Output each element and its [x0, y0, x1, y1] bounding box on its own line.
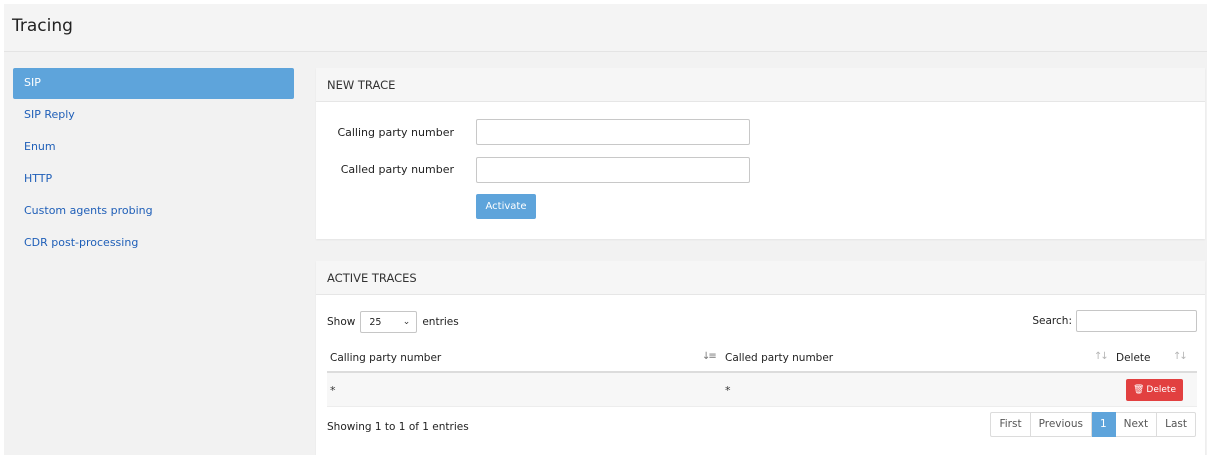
called-party-label: Called party number [340, 163, 454, 176]
pagination-page-1[interactable]: 1 [1091, 412, 1116, 437]
new-trace-title: NEW TRACE [316, 68, 1205, 102]
pagination-last[interactable]: Last [1157, 412, 1196, 437]
table-row: * * 🗑 Delete [327, 373, 1197, 407]
active-traces-panel: ACTIVE TRACES Show 25 ⌄ entries Search: … [316, 261, 1205, 455]
sidebar-item-sip[interactable]: SIP [13, 68, 294, 99]
pagination: First Previous 1 Next Last [990, 412, 1196, 437]
show-label: Show [327, 316, 356, 328]
column-header-delete[interactable]: Delete [1116, 352, 1151, 364]
delete-button[interactable]: 🗑 Delete [1126, 379, 1183, 401]
called-party-cell: * [725, 384, 731, 397]
page-header: Tracing [4, 4, 1207, 52]
chevron-down-icon: ⌄ [402, 317, 411, 327]
calling-party-cell: * [330, 384, 336, 397]
pagination-previous[interactable]: Previous [1030, 412, 1092, 437]
sidebar-item-custom-agents-probing[interactable]: Custom agents probing [13, 196, 294, 227]
new-trace-panel: NEW TRACE Calling party number Called pa… [316, 68, 1205, 239]
search-input[interactable] [1076, 310, 1197, 332]
pagination-next[interactable]: Next [1115, 412, 1158, 437]
table-header: Calling party number ↓≡ Called party num… [327, 345, 1197, 373]
sidebar-item-enum[interactable]: Enum [13, 132, 294, 163]
calling-party-label: Calling party number [337, 126, 454, 139]
table-info: Showing 1 to 1 of 1 entries [327, 421, 469, 433]
sort-asc-icon[interactable]: ↓≡ [702, 351, 717, 362]
sidebar-item-http[interactable]: HTTP [13, 164, 294, 195]
delete-button-label: Delete [1146, 385, 1176, 395]
search-control: Search: [1032, 310, 1197, 332]
sort-icon[interactable]: ↑↓ [1173, 351, 1188, 362]
page-size-control: Show 25 ⌄ entries [327, 311, 459, 333]
trash-icon: 🗑 [1132, 385, 1145, 395]
page-title: Tracing [12, 16, 73, 36]
column-header-calling[interactable]: Calling party number [330, 352, 441, 364]
column-header-called[interactable]: Called party number [725, 352, 833, 364]
calling-party-input[interactable] [476, 119, 750, 145]
sidebar-item-cdr-post-processing[interactable]: CDR post-processing [13, 228, 294, 259]
called-party-input[interactable] [476, 157, 750, 183]
active-traces-title: ACTIVE TRACES [316, 261, 1205, 295]
sort-icon[interactable]: ↑↓ [1094, 351, 1109, 362]
activate-button[interactable]: Activate [476, 194, 536, 219]
active-traces-table: Calling party number ↓≡ Called party num… [327, 345, 1197, 407]
page-size-value: 25 [369, 316, 382, 328]
search-label: Search: [1032, 315, 1072, 327]
pagination-first[interactable]: First [990, 412, 1031, 437]
tracing-page: Tracing SIP SIP Reply Enum HTTP Custom a… [4, 4, 1207, 455]
sidebar: SIP SIP Reply Enum HTTP Custom agents pr… [13, 68, 294, 260]
sidebar-item-sip-reply[interactable]: SIP Reply [13, 100, 294, 131]
entries-label: entries [422, 316, 459, 328]
page-size-select[interactable]: 25 ⌄ [360, 311, 418, 333]
